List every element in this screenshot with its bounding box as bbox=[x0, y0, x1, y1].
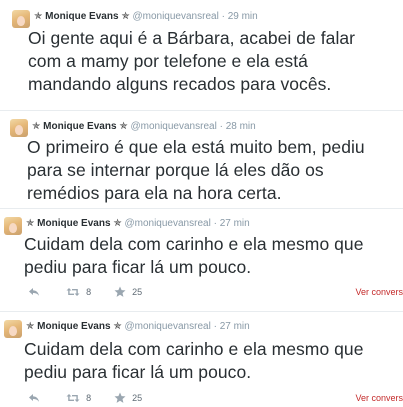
verified-star-icon: ✯ bbox=[119, 121, 128, 132]
tweet-text-line: com a mamy por telefone e ela está bbox=[28, 51, 308, 71]
tweet-text: Oi gente aqui é a Bárbara, acabei de fal… bbox=[28, 27, 399, 96]
timestamp[interactable]: 28 min bbox=[226, 121, 256, 132]
retweet-icon bbox=[66, 288, 80, 297]
verified-star-icon: ✯ bbox=[32, 121, 41, 132]
tweet-text-line: Cuidam dela com carinho e ela mesmo que bbox=[24, 339, 364, 359]
timestamp-dot: · bbox=[213, 321, 217, 332]
tweet-text-line: mandando alguns recados para vocês. bbox=[28, 74, 332, 94]
divider bbox=[0, 110, 403, 111]
timestamp-dot: · bbox=[219, 121, 223, 132]
tweet-header: ✯ Monique Evans ✯ @moniquevansreal · 28 … bbox=[32, 121, 256, 133]
timestamp[interactable]: 27 min bbox=[220, 321, 250, 332]
author-handle[interactable]: @moniquevansreal bbox=[124, 321, 210, 332]
author-name[interactable]: Monique Evans bbox=[37, 321, 110, 332]
retweet-button[interactable]: 8 bbox=[66, 285, 91, 299]
retweet-count: 8 bbox=[86, 393, 92, 404]
tweet-1: ✯ Monique Evans ✯ @moniquevansreal · 29 … bbox=[0, 0, 403, 95]
tweet-text-line: O primeiro é que ela está muito bem, ped… bbox=[27, 137, 365, 157]
tweet-text-line: pediu para ficar lá um pouco. bbox=[24, 257, 252, 277]
tweet-actions: 8 25 Ver convers bbox=[0, 285, 403, 301]
reply-icon bbox=[29, 288, 39, 297]
timestamp-dot: · bbox=[213, 218, 217, 229]
favorite-button[interactable]: 25 bbox=[114, 285, 142, 299]
author-handle[interactable]: @moniquevansreal bbox=[132, 11, 218, 22]
view-conversation-link[interactable]: Ver convers bbox=[355, 285, 403, 299]
tweet-text-line: Oi gente aqui é a Bárbara, acabei de fal… bbox=[28, 28, 356, 48]
verified-star-icon: ✯ bbox=[26, 218, 35, 229]
timestamp-dot: · bbox=[221, 11, 225, 22]
reply-icon bbox=[29, 394, 39, 403]
verified-star-icon: ✯ bbox=[113, 321, 122, 332]
tweet-header: ✯ Monique Evans ✯ @moniquevansreal · 29 … bbox=[34, 11, 258, 23]
timestamp[interactable]: 29 min bbox=[228, 11, 258, 22]
retweet-count: 8 bbox=[86, 287, 92, 298]
tweet-text-line: remédios para ela na hora certa. bbox=[27, 183, 282, 203]
timestamp[interactable]: 27 min bbox=[220, 218, 250, 229]
tweet-text-line: pediu para ficar lá um pouco. bbox=[24, 362, 252, 382]
divider bbox=[0, 208, 403, 209]
verified-star-icon: ✯ bbox=[34, 11, 43, 22]
verified-star-icon: ✯ bbox=[121, 11, 130, 22]
author-handle[interactable]: @moniquevansreal bbox=[130, 121, 216, 132]
avatar[interactable] bbox=[4, 320, 22, 338]
avatar[interactable] bbox=[10, 119, 28, 137]
favorite-star-icon bbox=[114, 286, 126, 297]
tweet-text: Cuidam dela com carinho e ela mesmo que … bbox=[24, 338, 399, 384]
reply-button[interactable] bbox=[28, 285, 40, 299]
tweet-header: ✯ Monique Evans ✯ @moniquevansreal · 27 … bbox=[26, 218, 250, 230]
favorite-star-icon bbox=[114, 392, 126, 403]
verified-star-icon: ✯ bbox=[113, 218, 122, 229]
author-name[interactable]: Monique Evans bbox=[37, 218, 110, 229]
author-name[interactable]: Monique Evans bbox=[43, 121, 116, 132]
favorite-count: 25 bbox=[132, 287, 143, 298]
author-name[interactable]: Monique Evans bbox=[45, 11, 118, 22]
tweet-text: Cuidam dela com carinho e ela mesmo que … bbox=[24, 233, 399, 279]
tweet-3: ✯ Monique Evans ✯ @moniquevansreal · 27 … bbox=[0, 210, 403, 305]
tweet-actions: 8 25 Ver convers bbox=[0, 391, 403, 407]
avatar[interactable] bbox=[12, 10, 30, 28]
retweet-icon bbox=[66, 394, 80, 403]
favorite-count: 25 bbox=[132, 393, 143, 404]
tweet-header: ✯ Monique Evans ✯ @moniquevansreal · 27 … bbox=[26, 321, 250, 333]
tweet-text-line: Cuidam dela com carinho e ela mesmo que bbox=[24, 234, 364, 254]
author-handle[interactable]: @moniquevansreal bbox=[124, 218, 210, 229]
tweet-2: ✯ Monique Evans ✯ @moniquevansreal · 28 … bbox=[0, 112, 403, 208]
divider bbox=[0, 311, 403, 312]
tweet-text: O primeiro é que ela está muito bem, ped… bbox=[27, 136, 399, 205]
verified-star-icon: ✯ bbox=[26, 321, 35, 332]
avatar[interactable] bbox=[4, 217, 22, 235]
tweet-text-line: para se internar porque lá eles dão os bbox=[27, 160, 324, 180]
tweet-4: ✯ Monique Evans ✯ @moniquevansreal · 27 … bbox=[0, 313, 403, 403]
